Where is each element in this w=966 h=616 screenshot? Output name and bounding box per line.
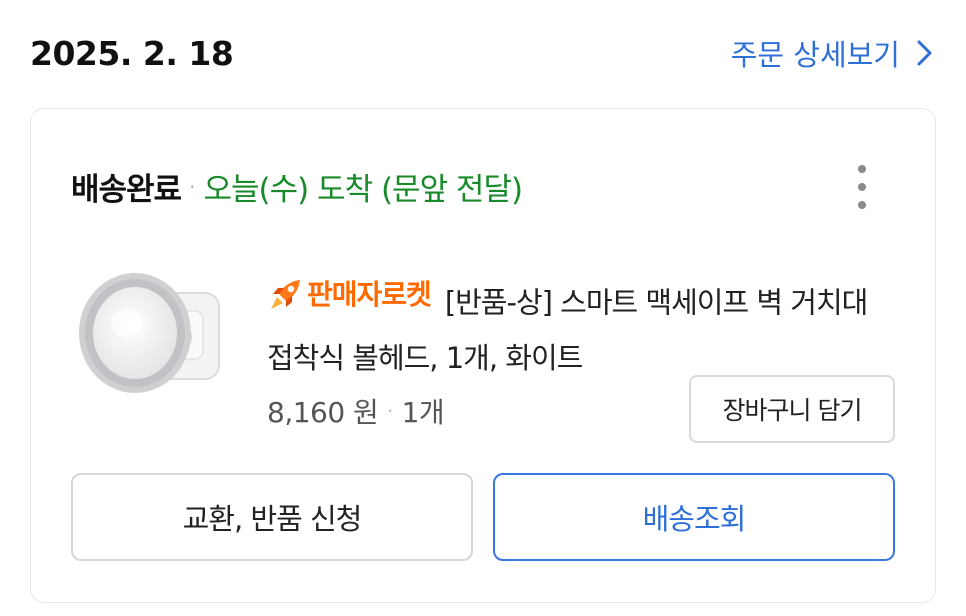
delivery-status-row: 배송완료 · 오늘(수) 도착 (문앞 전달) bbox=[71, 164, 523, 209]
order-detail-label: 주문 상세보기 bbox=[730, 38, 900, 72]
add-to-cart-button[interactable]: 장바구니 담기 bbox=[689, 375, 895, 443]
product-quantity: 1개 bbox=[401, 396, 445, 429]
track-delivery-button[interactable]: 배송조회 bbox=[493, 473, 895, 561]
chevron-right-icon bbox=[917, 40, 932, 66]
product-price: 8,160 원 bbox=[267, 396, 379, 429]
order-date: 2025. 2. 18 bbox=[30, 34, 234, 73]
product-title-block[interactable]: 판매자로켓 [반품-상] 스마트 맥세이프 벽 거치대 접착식 볼헤드, 1개,… bbox=[267, 267, 887, 386]
order-detail-link[interactable]: 주문 상세보기 bbox=[731, 32, 936, 74]
price-separator: · bbox=[387, 400, 393, 422]
product-thumbnail[interactable] bbox=[71, 257, 227, 411]
status-separator: · bbox=[189, 174, 196, 199]
exchange-return-button[interactable]: 교환, 반품 신청 bbox=[71, 473, 473, 561]
more-vertical-icon[interactable] bbox=[849, 165, 875, 209]
delivery-status: 배송완료 bbox=[71, 172, 182, 208]
delivery-eta: 오늘(수) 도착 (문앞 전달) bbox=[203, 172, 523, 208]
seller-badge: 판매자로켓 bbox=[267, 267, 432, 322]
rocket-icon bbox=[271, 279, 300, 309]
order-card: 배송완료 · 오늘(수) 도착 (문앞 전달) 판매자로켓 [반품-상] 스마트… bbox=[30, 108, 936, 603]
order-header: 2025. 2. 18 주문 상세보기 bbox=[30, 26, 936, 82]
seller-badge-label: 판매자로켓 bbox=[307, 278, 432, 311]
order-actions: 교환, 반품 신청 배송조회 bbox=[71, 473, 895, 561]
price-row: 8,160 원 · 1개 bbox=[267, 391, 445, 431]
